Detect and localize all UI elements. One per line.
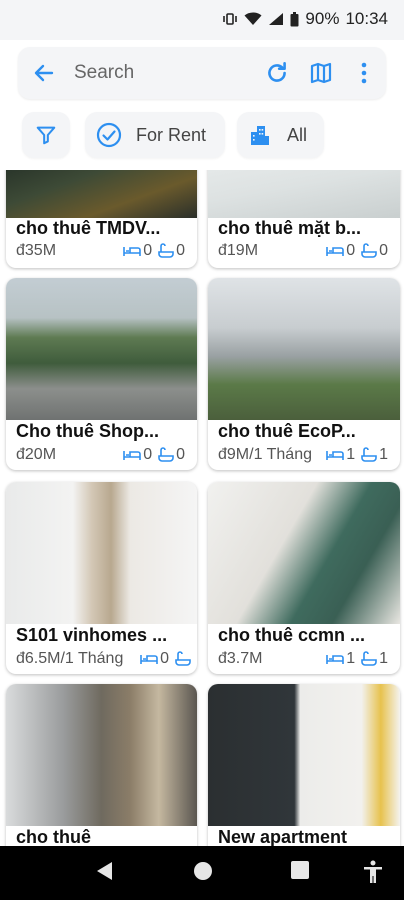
listing-photo <box>6 482 197 624</box>
battery-percent: 90% <box>305 9 340 28</box>
bed-count: 0 <box>160 650 169 667</box>
listing-photo <box>208 482 400 624</box>
listing-meta: đ6.5M/1 Tháng 0 <box>16 650 191 668</box>
wifi-icon <box>244 12 262 25</box>
bed-icon <box>140 655 158 664</box>
bath-count: 1 <box>379 446 388 463</box>
bed-icon <box>123 247 141 256</box>
clock: 10:34 <box>345 9 388 28</box>
listing-photo <box>208 170 400 218</box>
bath-icon <box>158 243 174 258</box>
listing-card[interactable]: cho thuê EcoP... đ9M/1 Tháng 1 1 <box>208 278 400 470</box>
listing-meta: đ9M/1 Tháng 1 1 <box>218 446 394 464</box>
listing-price: đ9M/1 Tháng <box>218 446 312 463</box>
listing-card[interactable]: Cho thuê Shop... đ20M 0 0 <box>6 278 197 470</box>
filter-button[interactable] <box>22 112 70 158</box>
bed-icon <box>123 451 141 460</box>
listing-meta: đ20M 0 0 <box>16 446 191 464</box>
signal-icon <box>269 13 284 25</box>
status-icons: 90% 10:34 <box>222 9 388 29</box>
bath-count: 0 <box>176 242 185 259</box>
bath-count: 1 <box>379 650 388 667</box>
search-input[interactable]: Search <box>74 62 134 84</box>
bed-count: 0 <box>346 242 356 259</box>
bath-icon <box>158 447 174 462</box>
listing-title: Cho thuê Shop... <box>16 421 159 441</box>
listing-card[interactable]: cho thuê <box>6 684 197 846</box>
bath-count: 0 <box>379 242 388 259</box>
nav-back-icon[interactable] <box>94 860 114 882</box>
listing-grid: cho thuê TMDV... đ35M 0 0 cho thuê mặt b… <box>0 170 404 846</box>
listing-price: đ35M <box>16 242 57 259</box>
search-bar[interactable]: Search <box>18 47 386 99</box>
rent-filter-chip[interactable]: For Rent <box>85 112 225 158</box>
listing-title: cho thuê EcoP... <box>218 421 356 441</box>
listing-card[interactable]: S101 vinhomes ... đ6.5M/1 Tháng 0 <box>6 482 197 674</box>
listing-photo <box>6 170 197 218</box>
listing-price: đ6.5M/1 Tháng <box>16 650 124 667</box>
listing-title: cho thuê <box>16 827 91 846</box>
bath-icon <box>361 447 377 462</box>
bed-count: 1 <box>346 446 356 463</box>
listing-title: cho thuê mặt b... <box>218 218 362 238</box>
listing-card[interactable]: New apartment <box>208 684 400 846</box>
listing-photo <box>208 278 400 420</box>
battery-icon <box>290 11 299 26</box>
check-circle-icon <box>96 122 122 148</box>
bed-count: 1 <box>346 650 356 667</box>
listing-price: đ3.7M <box>218 650 263 667</box>
listing-title: S101 vinhomes ... <box>16 625 168 645</box>
listing-card[interactable]: cho thuê TMDV... đ35M 0 0 <box>6 170 197 268</box>
listing-photo <box>6 684 197 826</box>
listing-title: New apartment <box>218 827 348 846</box>
filter-icon <box>36 126 56 145</box>
bath-icon <box>175 651 191 666</box>
listing-card[interactable]: cho thuê mặt b... đ19M 0 0 <box>208 170 400 268</box>
listing-meta: đ35M 0 0 <box>16 242 191 260</box>
rent-filter-label: For Rent <box>136 124 207 145</box>
listing-meta: đ19M 0 0 <box>218 242 394 260</box>
listing-photo <box>208 684 400 826</box>
more-vert-icon[interactable] <box>358 61 370 85</box>
nav-home-icon[interactable] <box>192 860 214 882</box>
accessibility-icon[interactable] <box>363 860 383 884</box>
listing-title: cho thuê ccmn ... <box>218 625 366 645</box>
listing-title: cho thuê TMDV... <box>16 218 161 238</box>
bath-icon <box>361 243 377 258</box>
listing-price: đ20M <box>16 446 57 463</box>
property-type-label: All <box>287 124 308 145</box>
listing-photo <box>6 278 197 420</box>
listing-price: đ19M <box>218 242 259 259</box>
map-icon[interactable] <box>309 61 333 85</box>
building-icon <box>251 126 269 145</box>
bed-icon <box>326 655 344 664</box>
bath-icon <box>361 651 377 666</box>
bath-count: 0 <box>176 446 185 463</box>
bed-count: 0 <box>143 446 153 463</box>
listing-card[interactable]: cho thuê ccmn ... đ3.7M 1 1 <box>208 482 400 674</box>
vibrate-icon <box>223 13 238 25</box>
bed-icon <box>326 247 344 256</box>
listing-meta: đ3.7M 1 1 <box>218 650 394 668</box>
back-arrow-icon[interactable] <box>32 61 56 85</box>
bed-count: 0 <box>143 242 153 259</box>
refresh-icon[interactable] <box>264 60 290 86</box>
system-nav-bar <box>0 846 404 900</box>
property-type-chip[interactable]: All <box>237 112 324 158</box>
nav-recents-icon[interactable] <box>290 860 310 880</box>
bed-icon <box>326 451 344 460</box>
status-bar: 90% 10:34 <box>0 0 404 40</box>
